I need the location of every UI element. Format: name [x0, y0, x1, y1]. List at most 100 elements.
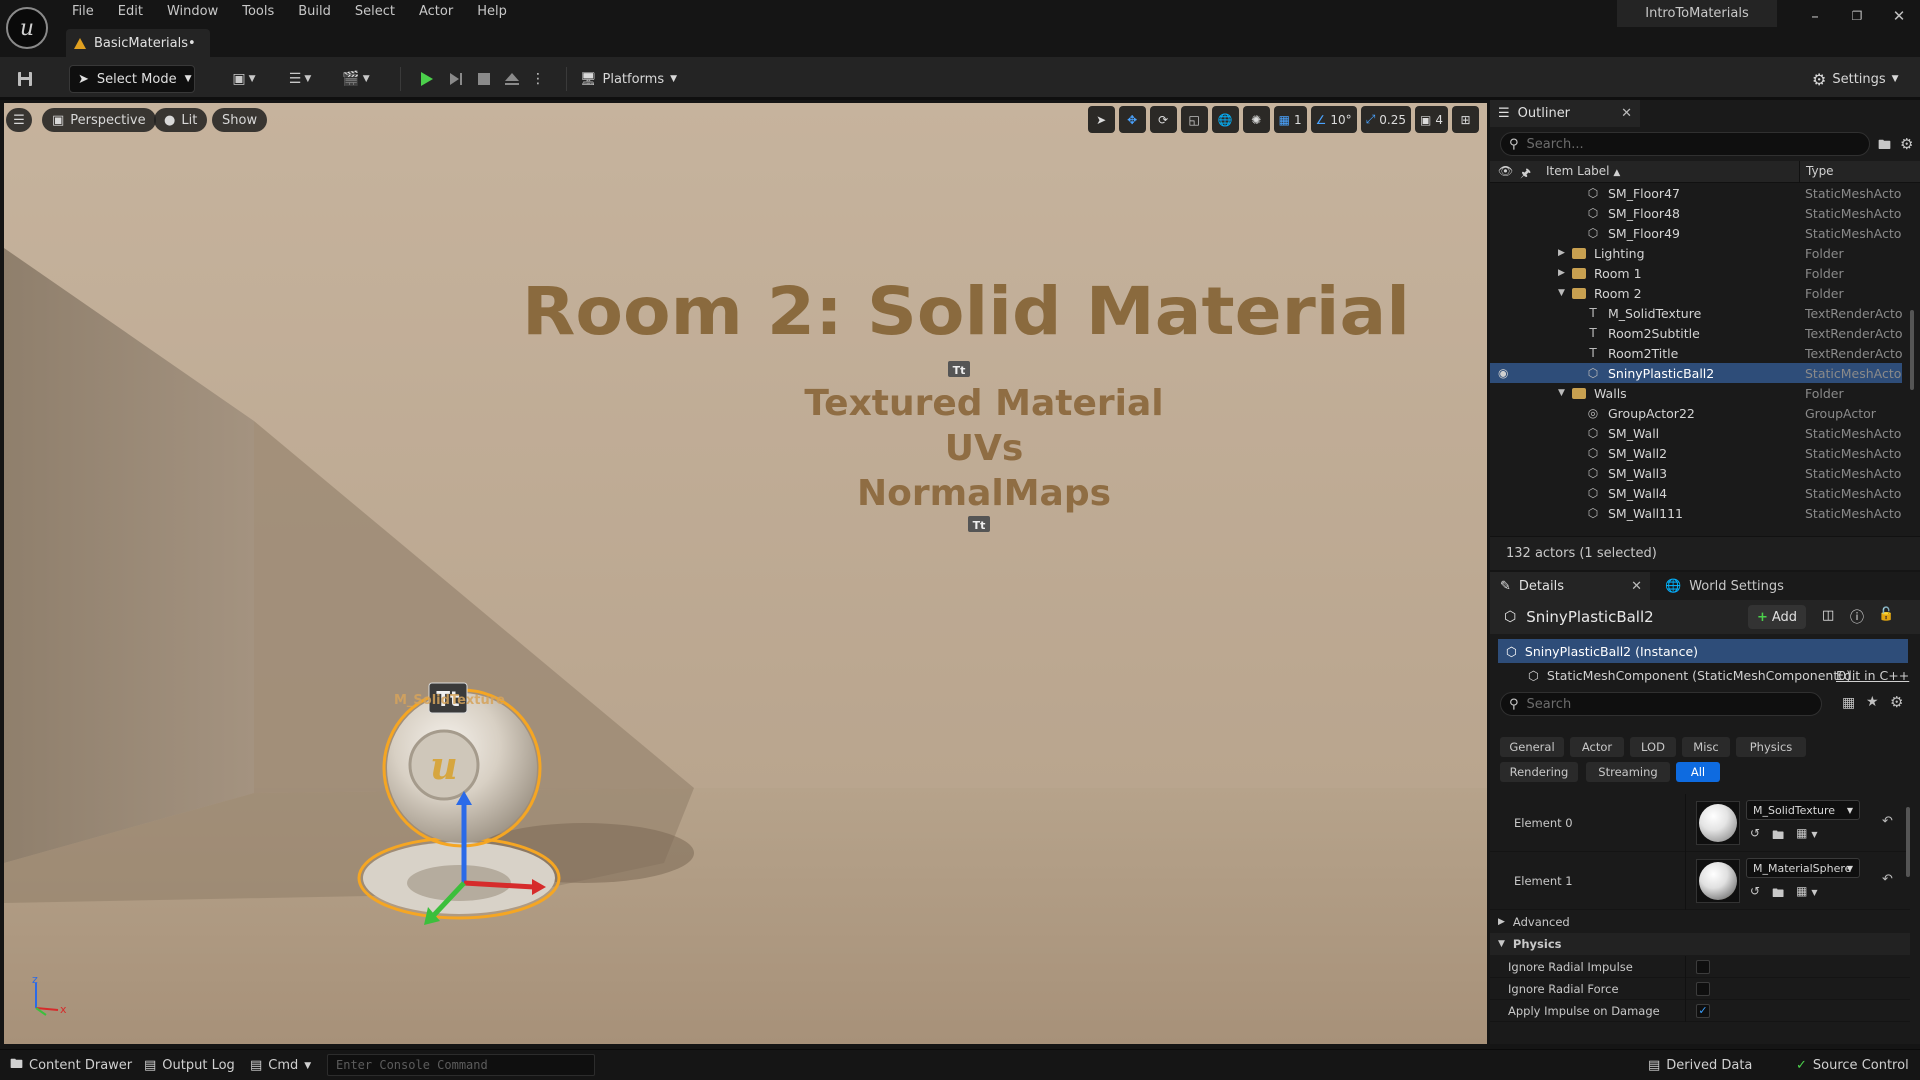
use-selected-icon[interactable]: ↺ [1750, 826, 1760, 847]
scale-snap-button[interactable]: ⤢ 0.25 [1360, 106, 1412, 133]
browse-folder-icon[interactable]: 🖿 [1772, 826, 1784, 847]
texture-icon[interactable]: ▦ ▼ [1796, 826, 1818, 847]
close-icon[interactable]: ✕ [1621, 106, 1632, 121]
physics-section-header[interactable]: ▼ Physics [1490, 933, 1910, 955]
filter-actor[interactable]: Actor [1570, 737, 1624, 757]
menu-tools[interactable]: Tools [230, 0, 286, 24]
level-tab[interactable]: BasicMaterials• [66, 29, 210, 57]
menu-select[interactable]: Select [343, 0, 407, 24]
menu-edit[interactable]: Edit [106, 0, 155, 24]
edit-in-cpp-link[interactable]: Edit in C++ [1836, 668, 1909, 683]
outliner-row[interactable]: T Room2Subtitle TextRenderActor [1490, 323, 1902, 343]
browse-folder-icon[interactable]: 🖿 [1772, 884, 1784, 905]
details-scrollbar[interactable] [1906, 807, 1910, 877]
outliner-settings-icon[interactable]: ⚙ [1900, 135, 1913, 153]
outliner-row[interactable]: ⬡ SM_Wall111 StaticMeshActor [1490, 503, 1902, 523]
outliner-row[interactable]: ◎ GroupActor22 GroupActor [1490, 403, 1902, 423]
minimize-button[interactable]: – [1800, 4, 1830, 28]
content-drawer-button[interactable]: 🖿 Content Drawer [10, 1050, 132, 1080]
outliner-row[interactable]: ◉ ⬡ SninyPlasticBall2 StaticMeshActor [1490, 363, 1902, 383]
use-selected-icon[interactable]: ↺ [1750, 884, 1760, 905]
outliner-row[interactable]: ⬡ SM_Wall3 StaticMeshActor [1490, 463, 1902, 483]
play-options-icon[interactable]: ⋮ [530, 66, 546, 92]
step-icon[interactable] [444, 66, 468, 92]
outliner-row[interactable]: T Room2Title TextRenderActor [1490, 343, 1902, 363]
world-space-icon[interactable]: 🌐 [1211, 106, 1239, 133]
ignore-radial-impulse-checkbox[interactable] [1696, 959, 1710, 974]
favorites-star-icon[interactable]: ★ [1866, 694, 1879, 710]
add-actor-icon[interactable]: ▣ ▼ [226, 66, 262, 92]
expand-arrow-icon[interactable]: ▶ [1558, 268, 1565, 278]
add-folder-icon[interactable]: 🖿 [1878, 136, 1891, 158]
rotate-tool-icon[interactable]: ⟳ [1149, 106, 1177, 133]
outliner-search-input[interactable]: ⚲ Search... [1500, 132, 1870, 156]
material-dropdown[interactable]: M_MaterialSphere ▼ [1746, 858, 1860, 878]
details-search-input[interactable]: ⚲ Search [1500, 692, 1822, 716]
grid-snap-button[interactable]: ▦ 1 [1273, 106, 1307, 133]
visibility-eye-icon[interactable]: ◉ [1498, 366, 1508, 380]
camera-speed-button[interactable]: ▣ 4 [1415, 106, 1448, 133]
filter-general[interactable]: General [1500, 737, 1564, 757]
help-icon[interactable]: ⓘ [1850, 607, 1864, 627]
outliner-row[interactable]: ⬡ SM_Wall112 StaticMeshActor [1490, 523, 1902, 529]
filter-all[interactable]: All [1676, 762, 1720, 782]
close-window-button[interactable]: ✕ [1884, 4, 1914, 28]
level-viewport[interactable]: u Tt Tt Tt Room 2: Solid Material Textur… [4, 103, 1487, 1044]
texture-icon[interactable]: ▦ ▼ [1796, 884, 1818, 905]
material-dropdown[interactable]: M_SolidTexture ▼ [1746, 800, 1860, 820]
advanced-section[interactable]: ▶ Advanced [1490, 911, 1910, 933]
item-label-column[interactable]: Item Label ▲ [1546, 164, 1620, 178]
property-matrix-icon[interactable]: ▦ [1842, 695, 1855, 711]
component-instance-row[interactable]: ⬡ SninyPlasticBall2 (Instance) [1498, 639, 1908, 663]
outliner-row[interactable]: ▶ Room 1 Folder [1490, 263, 1902, 283]
outliner-row[interactable]: T M_SolidTexture TextRenderActor [1490, 303, 1902, 323]
reset-to-default-icon[interactable]: ↶ [1882, 814, 1893, 829]
filter-streaming[interactable]: Streaming [1586, 762, 1670, 782]
expand-arrow-icon[interactable]: ▶ [1558, 248, 1565, 258]
close-icon[interactable]: ✕ [1631, 579, 1642, 594]
filter-lod[interactable]: LOD [1630, 737, 1676, 757]
viewport-layout-icon[interactable]: ⊞ [1452, 106, 1479, 133]
outliner-row[interactable]: ⬡ SM_Floor49 StaticMeshActor [1490, 223, 1902, 243]
filter-rendering[interactable]: Rendering [1500, 762, 1578, 782]
type-column-header[interactable]: Type [1806, 164, 1834, 178]
world-settings-tab[interactable]: 🌐 World Settings [1655, 572, 1825, 600]
outliner-scrollbar[interactable] [1910, 310, 1914, 390]
translate-tool-icon[interactable]: ✥ [1118, 106, 1146, 133]
reset-to-default-icon[interactable]: ↶ [1882, 872, 1893, 887]
menu-window[interactable]: Window [155, 0, 230, 24]
perspective-button[interactable]: ▣ Perspective [42, 108, 156, 132]
console-command-input[interactable]: Enter Console Command [327, 1054, 595, 1076]
details-settings-icon[interactable]: ⚙ [1890, 693, 1903, 711]
play-icon[interactable] [414, 66, 438, 92]
unreal-logo-icon[interactable]: u [6, 7, 48, 49]
menu-actor[interactable]: Actor [407, 0, 465, 24]
blueprint-convert-icon[interactable]: ◫ [1822, 608, 1834, 623]
restore-button[interactable]: ❐ [1842, 4, 1872, 28]
collapse-arrow-icon[interactable]: ▼ [1558, 288, 1565, 298]
ignore-radial-force-checkbox[interactable] [1696, 981, 1710, 996]
menu-help[interactable]: Help [465, 0, 519, 24]
select-mode-dropdown[interactable]: ➤ Select Mode ▼ [69, 65, 195, 93]
collapse-arrow-icon[interactable]: ▼ [1558, 388, 1565, 398]
outliner-row[interactable]: ▼ Walls Folder [1490, 383, 1902, 403]
details-tab[interactable]: ✎ Details ✕ [1490, 572, 1650, 600]
blueprint-icon[interactable]: ☰ ▼ [282, 66, 318, 92]
rotation-snap-button[interactable]: ∠ 10° [1310, 106, 1357, 133]
cmd-dropdown[interactable]: ▤ Cmd ▼ [250, 1050, 311, 1080]
lit-button[interactable]: ● Lit [154, 108, 208, 132]
material-thumbnail[interactable] [1696, 859, 1740, 903]
surface-snap-icon[interactable]: ✺ [1242, 106, 1270, 133]
filter-physics[interactable]: Physics [1736, 737, 1806, 757]
menu-build[interactable]: Build [286, 0, 343, 24]
lock-icon[interactable]: 🔓 [1878, 607, 1894, 622]
eject-icon[interactable] [500, 66, 524, 92]
scale-tool-icon[interactable]: ◱ [1180, 106, 1208, 133]
derived-data-button[interactable]: ▤ Derived Data [1648, 1050, 1752, 1080]
outliner-row[interactable]: ▼ Room 2 Folder [1490, 283, 1902, 303]
platforms-dropdown[interactable]: 🖥 Platforms ▼ [580, 65, 677, 93]
show-button[interactable]: Show [212, 108, 268, 132]
select-tool-icon[interactable]: ➤ [1087, 106, 1115, 133]
outliner-row[interactable]: ⬡ SM_Wall2 StaticMeshActor [1490, 443, 1902, 463]
output-log-button[interactable]: ▤ Output Log [144, 1050, 235, 1080]
